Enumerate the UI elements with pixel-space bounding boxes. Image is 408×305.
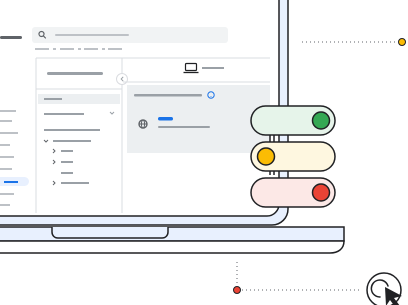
org-row[interactable] (61, 172, 73, 174)
breadcrumb-separator (102, 48, 105, 50)
breadcrumb-separator (78, 48, 81, 50)
nav-item[interactable] (0, 132, 18, 134)
decor-dotted-line-bottom (233, 262, 362, 294)
nav-item[interactable] (0, 168, 12, 170)
cursor-click-icon (366, 272, 402, 305)
breadcrumb-item[interactable] (108, 48, 122, 50)
panel-title (47, 72, 103, 75)
org-row[interactable] (44, 113, 84, 115)
trackpad-notch (51, 227, 169, 239)
settings-card-title (134, 94, 202, 97)
search-bar[interactable] (32, 27, 228, 43)
breadcrumb (35, 48, 122, 50)
toggle-red[interactable] (250, 177, 336, 208)
decor-dotted-line-top (302, 38, 406, 46)
org-row[interactable] (61, 161, 73, 163)
nav-item[interactable] (0, 156, 14, 158)
breadcrumb-separator (53, 48, 56, 50)
org-row[interactable] (44, 129, 100, 131)
product-logo-bar (0, 36, 22, 39)
toggle-red-knob[interactable] (311, 183, 331, 202)
decor-dot-red (233, 286, 241, 294)
breadcrumb-item[interactable] (60, 48, 74, 50)
breadcrumb-item[interactable] (35, 48, 49, 50)
toggle-green[interactable] (250, 105, 336, 136)
toggle-green-knob[interactable] (311, 111, 331, 130)
device-label (202, 67, 224, 69)
setting-description (158, 126, 210, 128)
nav-item[interactable] (0, 110, 16, 112)
laptop-base-front (0, 240, 345, 254)
breadcrumb-item[interactable] (84, 48, 98, 50)
nav-item[interactable] (0, 204, 10, 206)
laptop-base (0, 226, 345, 254)
org-row-label (44, 98, 62, 100)
search-placeholder (55, 34, 129, 36)
toggle-yellow[interactable] (250, 141, 336, 172)
toggle-switches (250, 105, 336, 208)
decor-dot-yellow (398, 38, 406, 46)
org-row[interactable] (61, 150, 73, 152)
illustration (0, 0, 408, 305)
toggle-yellow-knob[interactable] (256, 147, 276, 166)
collapse-panel-button[interactable] (116, 73, 128, 85)
illustration-canvas (0, 0, 406, 305)
nav-item[interactable] (0, 193, 14, 195)
org-row[interactable] (53, 140, 91, 142)
nav-item[interactable] (0, 144, 10, 146)
nav-item-selected-label (4, 181, 18, 183)
setting-link[interactable] (158, 117, 173, 121)
org-row[interactable] (61, 182, 89, 184)
nav-item[interactable] (0, 120, 12, 122)
